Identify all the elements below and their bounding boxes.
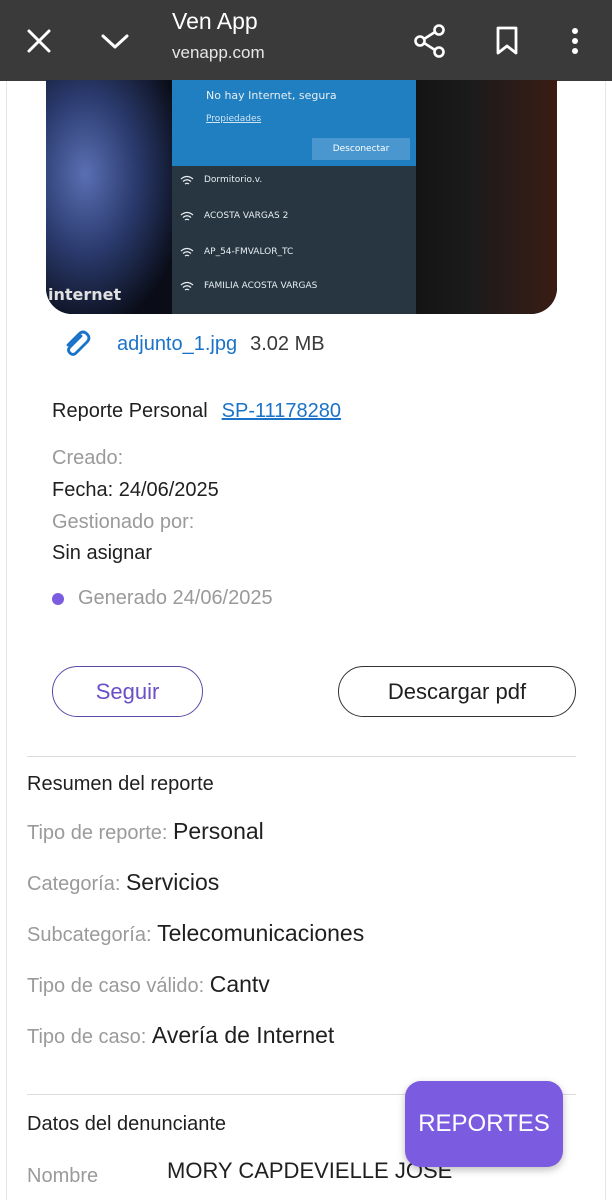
photo-network-item: AP_54-FMVALOR_TC [180,246,293,258]
more-options-button[interactable] [552,0,598,81]
page-url: venapp.com [172,43,265,62]
photo-network-name: FAMILIA ACOSTA VARGAS [204,281,318,291]
photo-network-name: AP_54-FMVALOR_TC [204,247,294,257]
summary-value: Telecomunicaciones [157,920,365,946]
photo-corner-text: internet [48,285,122,304]
photo-disconnect-button: Desconectar [312,138,410,160]
photo-network-item: Dormitorio.v. [180,174,262,186]
attachment-preview-image[interactable]: No hay Internet, segura Propiedades Desc… [46,80,557,314]
photo-wifi-status: No hay Internet, segura [206,89,337,102]
summary-title: Resumen del reporte [27,773,214,795]
summary-row-subcategory: Subcategoría: Telecomunicaciones [27,920,364,947]
report-type-label: Reporte Personal [52,400,208,422]
summary-key: Subcategoría: [27,924,152,946]
managed-by-value: Sin asignar [52,542,153,564]
attachment-filename-link[interactable]: adjunto_1.jpg [117,333,237,356]
expand-button[interactable] [90,0,140,81]
summary-value: Personal [173,818,264,844]
photo-background [416,80,557,314]
share-icon [414,23,445,58]
status-badge: Generado 24/06/2025 [52,587,273,610]
summary-key: Tipo de caso: [27,1026,147,1048]
share-button[interactable] [404,0,456,81]
managed-by-label: Gestionado por: [52,511,195,533]
photo-network-name: Dormitorio.v. [204,175,263,185]
report-id-link[interactable]: SP-11178280 [222,400,341,423]
bookmark-icon [496,26,518,54]
created-label: Creado: [52,447,124,469]
reportes-fab-button[interactable]: REPORTES [405,1081,563,1167]
download-pdf-button[interactable]: Descargar pdf [338,666,576,717]
summary-row-case-type: Tipo de caso: Avería de Internet [27,1022,334,1049]
status-dot [52,592,64,605]
browser-toolbar: Ven App venapp.com [0,0,612,81]
attachment-size: 3.02 MB [250,332,325,355]
photo-network-item: FAMILIA ACOSTA VARGAS [180,280,317,292]
more-vertical-icon [572,27,578,54]
complainant-title: Datos del denunciante [27,1113,227,1135]
bookmark-button[interactable] [482,0,532,81]
summary-row-valid-case-type: Tipo de caso válido: Cantv [27,971,270,998]
summary-key: Tipo de caso válido: [27,975,205,997]
summary-value: Cantv [209,971,270,997]
photo-network-item: ACOSTA VARGAS 2 [180,210,288,222]
attachment-row[interactable]: adjunto_1.jpg 3.02 MB [60,328,325,360]
app-title: Ven App [172,8,258,34]
summary-row-category: Categoría: Servicios [27,869,219,896]
created-date: Fecha: 24/06/2025 [52,479,219,501]
wifi-lock-icon [180,281,194,291]
summary-value: Servicios [125,869,220,895]
summary-key: Tipo de reporte: [27,822,168,844]
summary-key: Categoría: [27,873,121,895]
close-icon [27,29,51,52]
paperclip-icon [66,330,91,356]
close-button[interactable] [14,0,64,81]
summary-value: Avería de Internet [151,1022,335,1048]
follow-button[interactable]: Seguir [52,666,203,717]
photo-network-name: ACOSTA VARGAS 2 [204,211,289,221]
page-title-block: Ven App venapp.com [172,6,265,66]
status-text: Generado 24/06/2025 [78,587,273,609]
summary-row-report-type: Tipo de reporte: Personal [27,818,264,845]
photo-wallpaper [46,80,176,314]
complainant-name-label: Nombre [27,1165,99,1187]
photo-properties-link: Propiedades [206,114,262,124]
wifi-icon [180,175,194,185]
report-header: Reporte Personal SP-11178280 [52,400,341,423]
section-divider [27,756,576,757]
chevron-down-icon [101,34,129,48]
wifi-lock-icon [180,247,194,257]
wifi-lock-icon [180,211,194,221]
